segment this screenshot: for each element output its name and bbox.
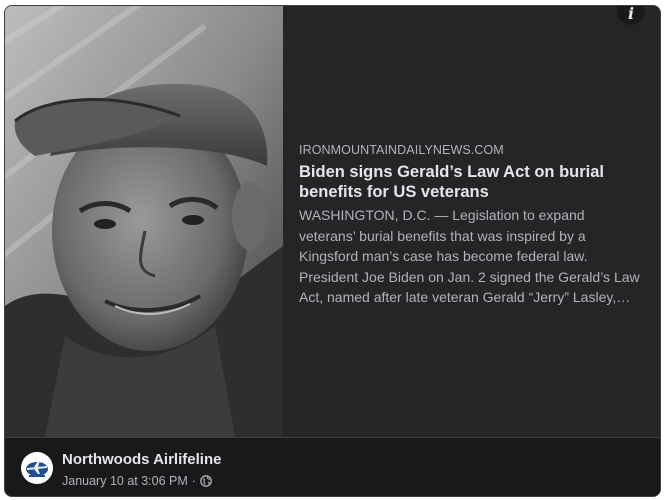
- article-headline[interactable]: Biden signs Gerald’s Law Act on burial b…: [299, 162, 644, 202]
- avatar[interactable]: [21, 452, 53, 484]
- link-preview[interactable]: IRONMOUNTAINDAILYNEWS.COM Biden signs Ge…: [5, 6, 660, 437]
- article-excerpt: WASHINGTON, D.C. — Legislation to expand…: [299, 207, 640, 305]
- veteran-portrait-image: [5, 6, 283, 437]
- globe-icon[interactable]: [200, 475, 212, 487]
- source-domain: IRONMOUNTAINDAILYNEWS.COM: [299, 143, 504, 157]
- post-footer: Northwoods Airlifeline January 10 at 3:0…: [5, 438, 660, 496]
- post-card: IRONMOUNTAINDAILYNEWS.COM Biden signs Ge…: [4, 5, 661, 497]
- meta-separator: ·: [191, 474, 196, 488]
- link-preview-text: IRONMOUNTAINDAILYNEWS.COM Biden signs Ge…: [299, 142, 644, 308]
- post-meta: January 10 at 3:06 PM ·: [62, 473, 212, 489]
- airplane-logo-icon: [21, 452, 53, 484]
- article-thumbnail[interactable]: [5, 6, 283, 437]
- page-name-link[interactable]: Northwoods Airlifeline: [62, 451, 221, 469]
- post-timestamp[interactable]: January 10 at 3:06 PM: [62, 473, 188, 489]
